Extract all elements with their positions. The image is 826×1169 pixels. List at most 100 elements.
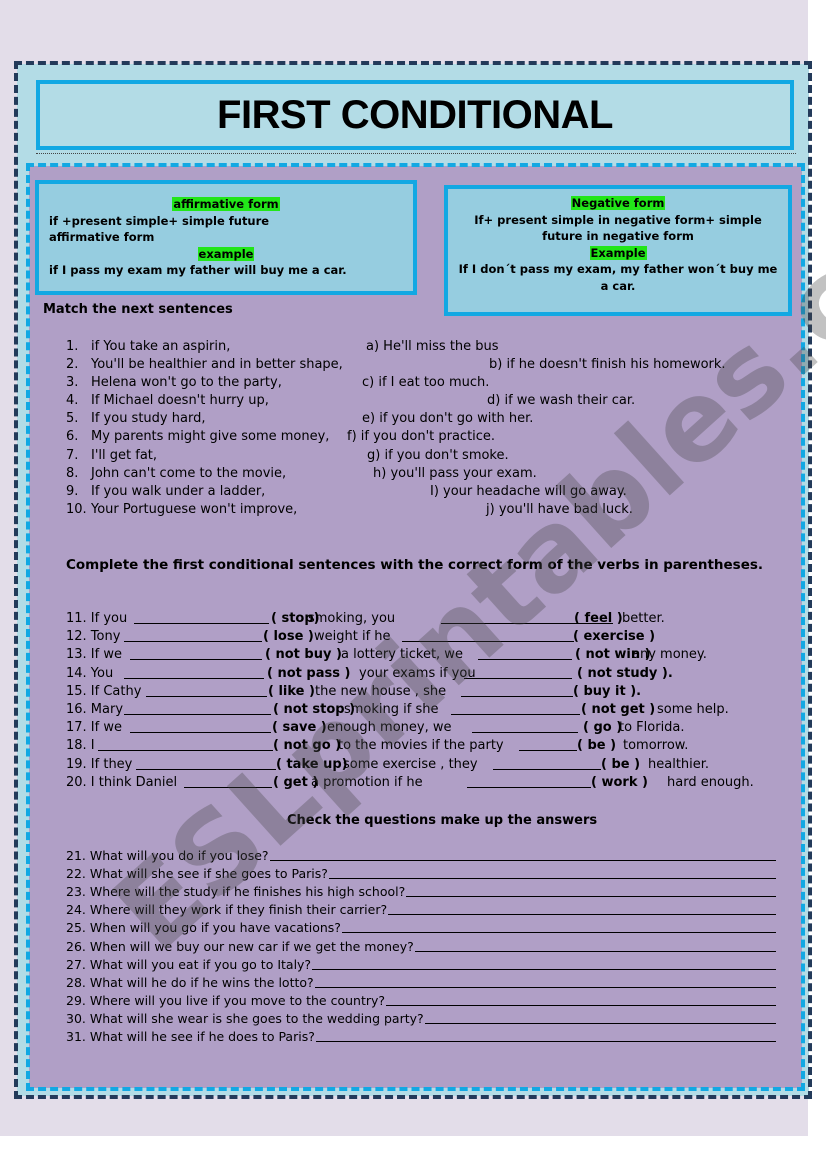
answer-blank[interactable] bbox=[461, 683, 573, 697]
negative-rule: If+ present simple in negative form+ sim… bbox=[474, 212, 762, 244]
match-item: 8. John can't come to the movie, h) you'll… bbox=[66, 465, 786, 483]
match-item: 10. Your Portuguese won't improve, j) you'… bbox=[66, 501, 786, 519]
negative-rule-box: Negative form If+ present simple in nega… bbox=[444, 185, 792, 316]
question-item: 31. What will he see if he does to Paris… bbox=[66, 1028, 776, 1046]
sentence-start: 16. Mary bbox=[66, 701, 124, 717]
match-left-clause: Helena won't go to the party, bbox=[91, 375, 282, 391]
answer-line[interactable] bbox=[424, 1022, 776, 1024]
question-item: 25. When will you go if you have vacatio… bbox=[66, 919, 776, 937]
affirmative-rule-line: if +present simple+ simple future bbox=[49, 213, 270, 228]
match-item: 4. If Michael doesn't hurry up, d) if we … bbox=[66, 392, 786, 410]
question-text: 22. What will she see if she goes to Par… bbox=[66, 866, 328, 882]
answer-line[interactable] bbox=[315, 1041, 776, 1043]
example-heading: example bbox=[197, 246, 255, 261]
sentence-middle: weight if he bbox=[314, 629, 391, 645]
answer-blank[interactable] bbox=[136, 756, 276, 770]
answer-line[interactable] bbox=[314, 986, 776, 988]
answer-blank[interactable] bbox=[130, 719, 271, 734]
fill-in-item: 13. If we ( not buy ) a lottery ticket, we… bbox=[66, 646, 786, 664]
match-right-clause: I) your headache will go away. bbox=[430, 483, 627, 499]
match-right-clause: d) if we wash their car. bbox=[487, 393, 636, 409]
verb-hint: ( feel ) bbox=[574, 611, 623, 626]
negative-heading: Negative form bbox=[570, 196, 666, 210]
sentence-start: 18. I bbox=[66, 738, 95, 754]
divider bbox=[36, 153, 796, 154]
answer-blank[interactable] bbox=[124, 665, 264, 679]
answer-line[interactable] bbox=[388, 914, 776, 916]
questions-list: 21. What will you do if you lose? 22. Wha… bbox=[66, 847, 776, 1046]
question-text: 31. What will he see if he does to Paris… bbox=[66, 1029, 315, 1045]
question-item: 24. Where will they work if they finish … bbox=[66, 901, 776, 919]
match-left-clause: if You take an aspirin, bbox=[91, 339, 231, 354]
affirmative-heading: affirmative form bbox=[172, 197, 280, 211]
match-left-clause: If you study hard, bbox=[91, 411, 206, 427]
answer-blank[interactable] bbox=[478, 646, 572, 661]
sentence-start: 13. If we bbox=[66, 647, 122, 663]
sentence-middle: smoking if she bbox=[344, 701, 439, 717]
verb-hint: ( not go ) bbox=[273, 738, 342, 754]
sentence-start: 12. Tony bbox=[66, 629, 121, 645]
answer-blank[interactable] bbox=[184, 774, 272, 788]
answer-blank[interactable] bbox=[464, 665, 572, 679]
question-text: 21. What will you do if you lose? bbox=[66, 848, 269, 864]
item-number: 9. bbox=[66, 483, 79, 499]
match-left-clause: If Michael doesn't hurry up, bbox=[91, 393, 269, 409]
question-text: 23. Where will the study if he finishes … bbox=[66, 884, 406, 900]
fill-in-item: 17. If we ( save ) enough money, we ( go ) t… bbox=[66, 719, 786, 737]
answer-line[interactable] bbox=[414, 950, 776, 952]
answer-line[interactable] bbox=[328, 878, 776, 880]
answer-line[interactable] bbox=[341, 932, 776, 934]
sentence-start: 15. If Cathy bbox=[66, 683, 142, 699]
answer-line[interactable] bbox=[312, 968, 776, 970]
question-item: 23. Where will the study if he finishes … bbox=[66, 883, 776, 901]
answer-blank[interactable] bbox=[130, 646, 262, 661]
answer-blank[interactable] bbox=[124, 628, 262, 643]
answer-blank[interactable] bbox=[402, 628, 574, 643]
question-text: 24. Where will they work if they finish … bbox=[66, 902, 388, 918]
sentence-end: to Florida. bbox=[619, 720, 685, 736]
question-text: 27. What will you eat if you go to Italy… bbox=[66, 956, 312, 972]
match-right-clause: f) if you don't practice. bbox=[347, 429, 496, 445]
answer-blank[interactable] bbox=[493, 756, 601, 770]
question-text: 29. Where will you live if you move to t… bbox=[66, 992, 386, 1008]
verb-hint: ( not buy ) bbox=[265, 647, 342, 663]
verb-hint: ( not study ). bbox=[577, 665, 673, 681]
complete-instruction: Complete the first conditional sentences… bbox=[66, 557, 764, 573]
sentence-middle: a lottery ticket, we bbox=[341, 647, 463, 663]
page-title: FIRST CONDITIONAL bbox=[217, 92, 613, 137]
sentence-middle: the new house , she bbox=[315, 683, 447, 699]
fill-in-item: 20. I think Daniel( get ) a promotion if … bbox=[66, 774, 786, 792]
answer-blank[interactable] bbox=[451, 701, 580, 715]
match-right-clause: h) you'll pass your exam. bbox=[373, 465, 537, 481]
answer-blank[interactable] bbox=[467, 774, 591, 788]
question-item: 26. When will we buy our new car if we g… bbox=[66, 937, 776, 955]
match-right-clause: b) if he doesn't finish his homework. bbox=[489, 357, 726, 373]
verb-hint: ( lose ) bbox=[263, 629, 314, 645]
sentence-middle: enough money, we bbox=[327, 720, 452, 736]
verb-hint: ( not get ) bbox=[581, 701, 656, 717]
sentence-middle: smoking, you bbox=[308, 611, 396, 626]
sentence-end: some help. bbox=[657, 701, 729, 717]
answer-blank[interactable] bbox=[146, 683, 267, 697]
answer-blank[interactable] bbox=[98, 737, 273, 752]
answer-blank[interactable] bbox=[472, 719, 578, 734]
question-text: 26. When will we buy our new car if we g… bbox=[66, 938, 414, 954]
match-left-clause: Your Portuguese won't improve, bbox=[91, 501, 298, 517]
answer-line[interactable] bbox=[269, 860, 776, 862]
item-number: 6. bbox=[66, 429, 79, 445]
match-left-clause: You'll be healthier and in better shape, bbox=[91, 357, 343, 373]
question-text: 25. When will you go if you have vacatio… bbox=[66, 920, 341, 936]
answer-line[interactable] bbox=[406, 896, 776, 898]
answer-blank[interactable] bbox=[134, 610, 269, 624]
match-right-clause: c) if I eat too much. bbox=[362, 375, 490, 391]
question-item: 28. What will he do if he wins the lotto… bbox=[66, 974, 776, 992]
fill-in-item: 12. Tony ( lose ) weight if he ( exercise ) bbox=[66, 628, 786, 646]
sentence-end: hard enough. bbox=[667, 774, 754, 790]
answer-blank[interactable] bbox=[124, 701, 271, 715]
answer-line[interactable] bbox=[386, 1004, 776, 1006]
question-item: 22. What will she see if she goes to Par… bbox=[66, 865, 776, 883]
fill-in-item: 19. If they ( take up) some exercise , the… bbox=[66, 756, 786, 774]
answer-blank[interactable] bbox=[519, 737, 577, 752]
item-number: 8. bbox=[66, 465, 79, 481]
sentence-start: 11. If you bbox=[66, 611, 128, 626]
